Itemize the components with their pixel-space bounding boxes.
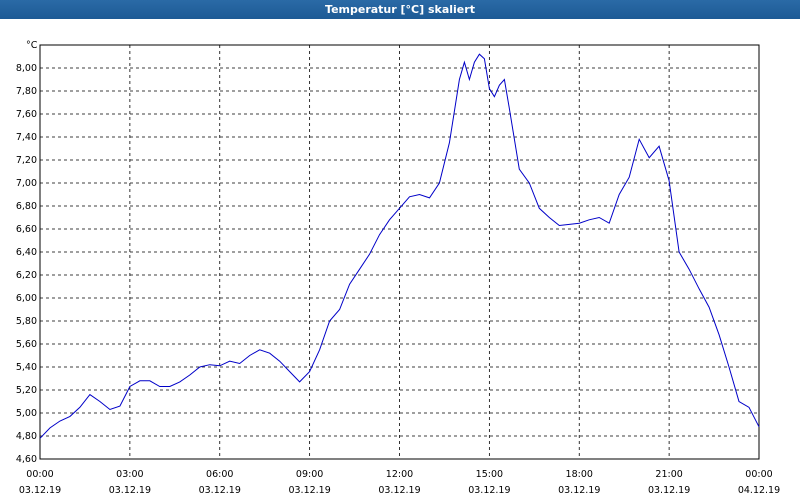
y-tick-label: 4,80 — [16, 431, 37, 442]
y-tick-label: 5,80 — [16, 316, 37, 327]
y-tick-label: 5,40 — [16, 362, 37, 373]
x-tick-date: 03.12.19 — [468, 485, 510, 496]
y-tick-label: 5,20 — [16, 385, 37, 396]
x-tick-date: 03.12.19 — [558, 485, 600, 496]
y-tick-label: 8,00 — [16, 63, 37, 74]
y-tick-label: 7,20 — [16, 155, 37, 166]
x-tick-time: 09:00 — [296, 469, 323, 480]
chart-window: Temperatur [°C] skaliert °C 4,60 4,80 5,00… — [0, 0, 800, 500]
x-tick-labels: 00:00 03.12.19 03:00 03.12.19 06:00 03.12.19 0… — [19, 469, 780, 496]
x-tick-time: 12:00 — [386, 469, 413, 480]
y-tick-label: 6,80 — [16, 201, 37, 212]
x-tick-date: 03.12.19 — [378, 485, 420, 496]
x-tick-date: 03.12.19 — [648, 485, 690, 496]
y-tick-label: 7,60 — [16, 109, 37, 120]
y-axis-unit: °C — [26, 40, 38, 51]
x-tick-time: 06:00 — [206, 469, 233, 480]
y-tick-labels: 4,60 4,80 5,00 5,20 5,40 5,60 5,80 6,00 6,20 6,40… — [16, 63, 37, 465]
y-tick-label: 5,00 — [16, 408, 37, 419]
y-tick-label: 5,60 — [16, 339, 37, 350]
y-tick-label: 6,20 — [16, 270, 37, 281]
x-tick-date: 03.12.19 — [109, 485, 151, 496]
x-tick-date: 03.12.19 — [288, 485, 330, 496]
x-tick-date: 03.12.19 — [199, 485, 241, 496]
x-tick-time: 15:00 — [476, 469, 503, 480]
x-tick-time: 00:00 — [26, 469, 53, 480]
y-tick-label: 7,40 — [16, 132, 37, 143]
x-tick-time: 21:00 — [655, 469, 682, 480]
y-tick-label: 4,60 — [16, 454, 37, 465]
window-title: Temperatur [°C] skaliert — [0, 0, 800, 19]
y-tick-label: 7,80 — [16, 86, 37, 97]
temperature-chart: °C 4,60 4,80 5,00 5,20 5,40 5,60 5,80 6,00 6,20 6… — [16, 40, 780, 496]
chart-area: °C 4,60 4,80 5,00 5,20 5,40 5,60 5,80 6,00 6,20 6… — [0, 19, 800, 500]
y-tick-label: 7,00 — [16, 178, 37, 189]
y-tick-label: 6,40 — [16, 247, 37, 258]
x-tick-time: 03:00 — [116, 469, 143, 480]
y-tick-label: 6,60 — [16, 224, 37, 235]
y-tick-label: 6,00 — [16, 293, 37, 304]
x-tick-date: 03.12.19 — [19, 485, 61, 496]
x-tick-time: 18:00 — [566, 469, 593, 480]
x-tick-date: 04.12.19 — [738, 485, 780, 496]
x-tick-time: 00:00 — [745, 469, 772, 480]
